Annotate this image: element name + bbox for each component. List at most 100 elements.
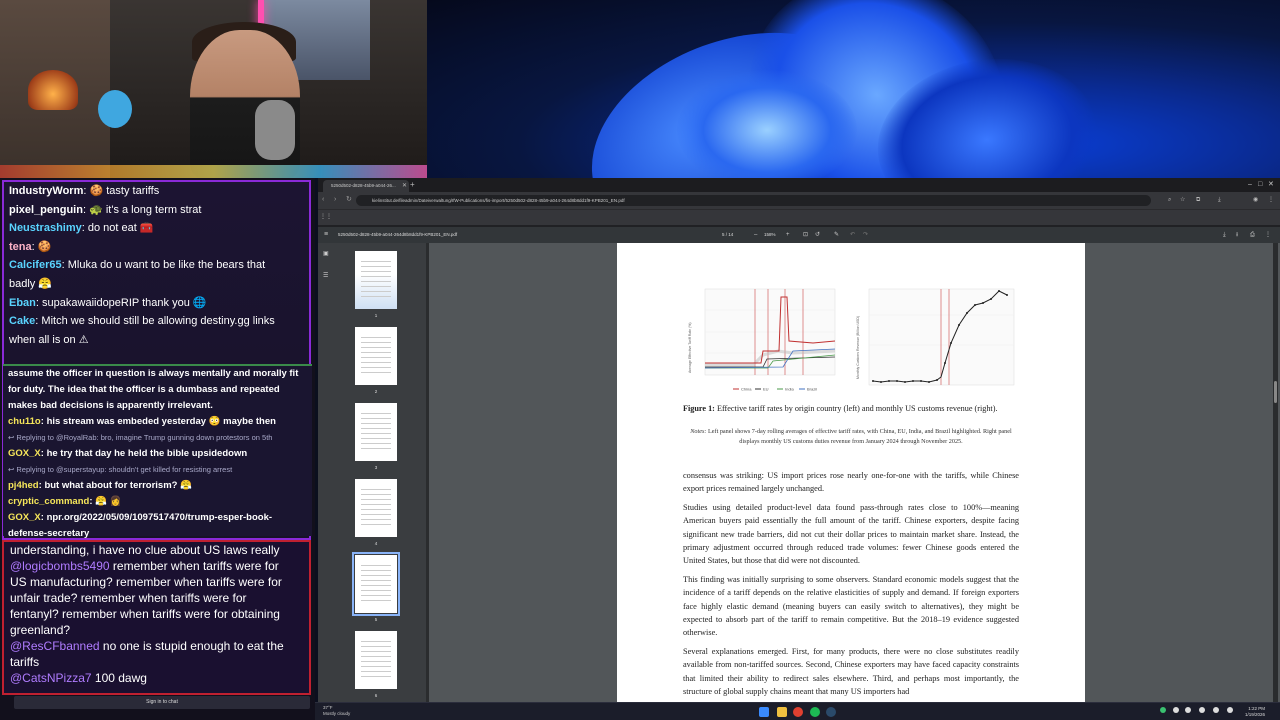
thumbnail-text-line xyxy=(361,342,391,343)
zoom-in-icon[interactable]: + xyxy=(786,230,790,240)
url-input[interactable]: kielinstitut.de/fileadmin/Dateiverwaltun… xyxy=(356,195,1151,206)
annotate-icon[interactable]: ✎ xyxy=(834,230,839,240)
thumbnail-text-line xyxy=(361,565,391,566)
chat-username[interactable]: chu11o xyxy=(8,416,41,427)
minimize-icon[interactable]: – xyxy=(1248,179,1252,191)
tray-icon[interactable] xyxy=(1185,707,1191,713)
spotify-icon[interactable] xyxy=(810,707,820,717)
thumbnail-text-line xyxy=(361,676,391,677)
thumbnail-text-line xyxy=(361,443,391,444)
rotate-icon[interactable]: ↺ xyxy=(815,230,820,240)
tray-icon[interactable] xyxy=(1160,707,1166,713)
page-current[interactable]: 5 xyxy=(722,232,725,237)
weather-desc: Mostly cloudy xyxy=(323,711,351,716)
save-icon[interactable]: ⤓ xyxy=(1223,230,1226,240)
chat-username[interactable]: pj4hed xyxy=(8,480,39,491)
forward-icon[interactable]: › xyxy=(334,195,336,205)
right-revenue-chart: Monthly Customs Revenue (Billion USD) xyxy=(856,288,1015,386)
new-tab-icon[interactable]: + xyxy=(410,179,415,191)
chat-username[interactable]: pixel_penguin xyxy=(9,204,83,216)
chat-text: ↩ Replying to @superstayup: shouldn't ge… xyxy=(8,465,233,474)
weather-widget[interactable]: 37°F Mostly cloudy xyxy=(323,705,350,717)
thumbnail-text-line xyxy=(361,433,391,434)
chat-username[interactable]: Cake xyxy=(9,315,35,327)
page-thumbnail[interactable] xyxy=(352,552,400,616)
extensions-icon[interactable]: ⧉ xyxy=(1196,195,1200,205)
left-ylabel: Average Effective Tariff Rate (%) xyxy=(688,322,692,373)
chat-username[interactable]: IndustryWorm xyxy=(9,185,83,197)
reload-icon[interactable]: ↻ xyxy=(346,195,352,205)
bookmark-star-icon[interactable]: ☆ xyxy=(1180,195,1185,205)
chat-message: Cake: Mitch we should still be allowing … xyxy=(9,315,275,328)
pdf-scrollbar[interactable] xyxy=(1273,243,1278,702)
chat-username[interactable]: @CatsNPizza7 xyxy=(10,671,92,685)
chat-text: no one is stupid enough to eat the xyxy=(102,639,284,653)
thumbnail-text-line xyxy=(361,600,391,601)
print-icon[interactable]: ⎙ xyxy=(1250,230,1255,240)
page-indicator[interactable]: 5 / 14 xyxy=(722,230,733,240)
chat-message: understanding, i have no clue about US l… xyxy=(10,542,309,558)
thumbnail-text-line xyxy=(361,261,391,262)
tray-icon[interactable] xyxy=(1173,707,1179,713)
chat-username[interactable]: tena xyxy=(9,241,32,253)
page-thumbnail[interactable] xyxy=(355,403,397,461)
download-pdf-icon[interactable]: ⭳ xyxy=(1236,230,1238,240)
close-tab-icon[interactable]: ✕ xyxy=(402,182,407,190)
undo-icon[interactable]: ↶ xyxy=(850,230,855,240)
browser-tab[interactable]: 5250d502-d828-45b9-a044-26... ✕ xyxy=(323,180,409,192)
chat-username[interactable]: @ResCFbanned xyxy=(10,639,100,653)
outline-icon[interactable]: ☰ xyxy=(323,271,328,281)
close-window-icon[interactable]: ✕ xyxy=(1268,179,1274,191)
more-options-icon[interactable]: ⋮ xyxy=(1265,230,1271,240)
start-icon[interactable] xyxy=(759,707,769,717)
thumbnail-page-number: 6 xyxy=(374,693,378,698)
thumbnail-text-line xyxy=(361,291,391,292)
thumbnails-icon[interactable]: ▣ xyxy=(323,249,329,259)
chrome-icon[interactable] xyxy=(793,707,803,717)
thumbnail-text-line xyxy=(361,489,391,490)
pdf-menu-icon[interactable]: ≡ xyxy=(324,230,328,240)
menu-icon[interactable]: ⋮ xyxy=(1268,195,1274,205)
webcam-lamp xyxy=(28,70,78,110)
thumbnail-text-line xyxy=(361,276,391,277)
page-thumbnail[interactable] xyxy=(355,251,397,309)
fit-page-icon[interactable]: ⊡ xyxy=(803,230,808,240)
chat-username[interactable]: GOX_X xyxy=(8,448,41,459)
chat-username[interactable]: Neustrashimy xyxy=(9,222,82,234)
pane-divider[interactable] xyxy=(426,243,429,702)
tray-icon[interactable] xyxy=(1213,707,1219,713)
chat-username[interactable]: Calcifer65 xyxy=(9,259,62,271)
chat-username[interactable]: GOX_X xyxy=(8,512,41,523)
search-icon[interactable]: ⌕ xyxy=(1168,195,1171,205)
chat-text: tariffs xyxy=(10,655,40,669)
chat-text: 🐢 it's a long term strat xyxy=(89,203,202,216)
chat-message: when all is on ⚠ xyxy=(4,331,309,350)
zoom-level[interactable]: 158% xyxy=(764,230,776,240)
chat-text: assume the officer in question is always… xyxy=(8,368,299,379)
chat-message: pj4hed: but what about for terrorism? 😤 xyxy=(8,480,192,491)
steam-icon[interactable] xyxy=(826,707,836,717)
tray-icon[interactable] xyxy=(1199,707,1205,713)
back-icon[interactable]: ‹ xyxy=(322,195,324,205)
page-thumbnail[interactable] xyxy=(355,327,397,385)
chat-username[interactable]: @logicbombs5490 xyxy=(10,559,110,573)
redo-icon[interactable]: ↷ xyxy=(863,230,868,240)
clock[interactable]: 1:22 PM 1/19/2026 xyxy=(1245,706,1265,718)
page-thumbnail[interactable] xyxy=(355,631,397,689)
wifi-icon[interactable] xyxy=(1227,707,1233,713)
chat-username[interactable]: Eban xyxy=(9,297,36,309)
profile-icon[interactable]: ◉ xyxy=(1253,195,1258,205)
page-thumbnail[interactable] xyxy=(355,479,397,537)
chat-message: greenland? xyxy=(10,622,309,638)
webcam-microphone xyxy=(255,100,295,160)
notes-label: Notes: xyxy=(690,428,707,435)
download-icon[interactable]: ⤓ xyxy=(1218,195,1221,205)
apps-icon[interactable]: ⋮⋮ xyxy=(320,212,332,222)
scrollbar-thumb[interactable] xyxy=(1274,381,1277,403)
maximize-icon[interactable]: □ xyxy=(1258,179,1262,191)
left-tariff-chart: Average Effective Tariff Rate (%) China E… xyxy=(688,288,836,392)
chat-username[interactable]: cryptic_command xyxy=(8,496,89,507)
zoom-out-icon[interactable]: – xyxy=(754,230,757,240)
file-explorer-icon[interactable] xyxy=(777,707,787,717)
sign-in-to-chat-button[interactable]: Sign in to chat xyxy=(14,696,310,709)
